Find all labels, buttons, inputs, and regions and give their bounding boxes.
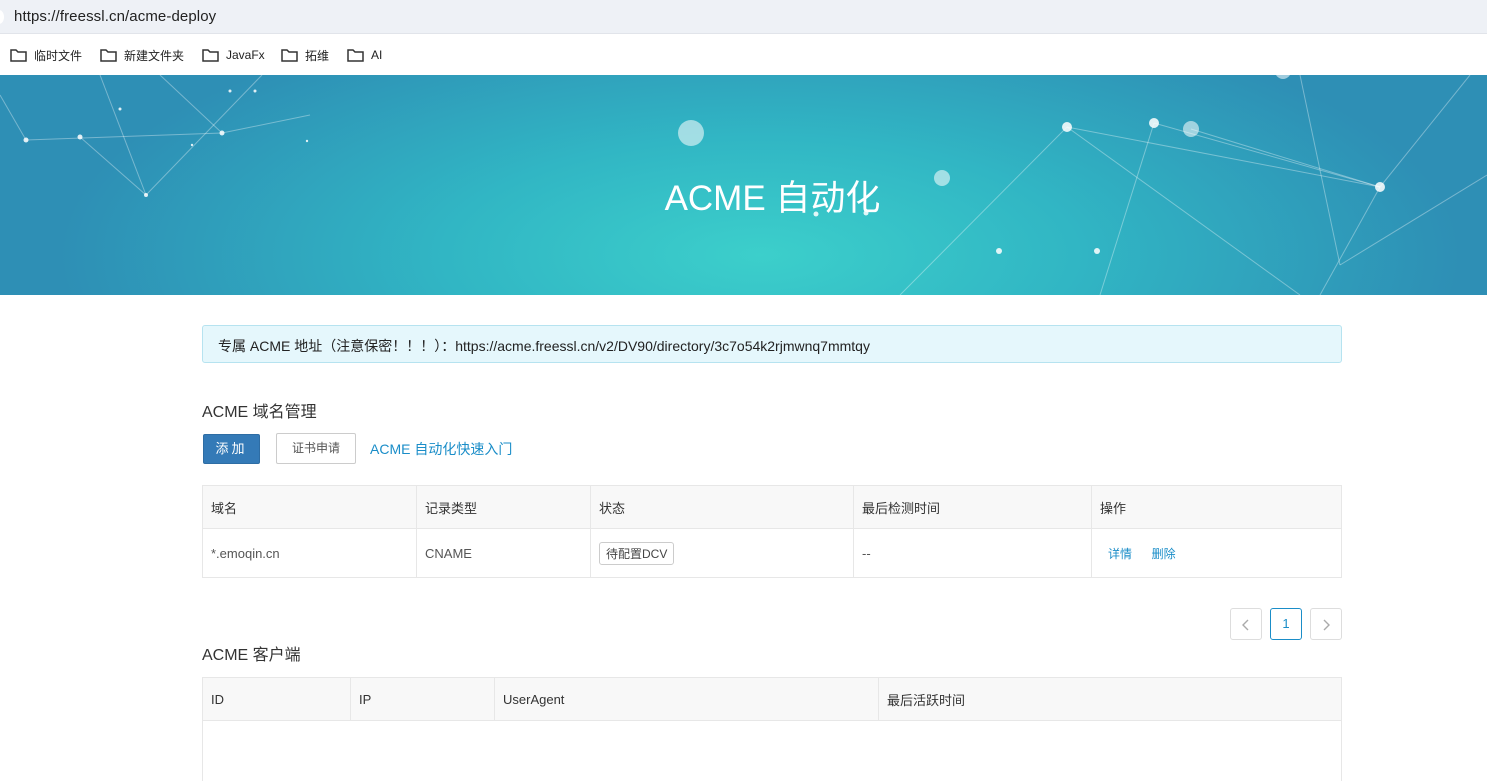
quick-start-link[interactable]: ACME 自动化快速入门	[370, 439, 512, 459]
delete-link[interactable]: 删除	[1152, 547, 1176, 561]
cell-last-check: --	[853, 528, 1092, 578]
column-header-id: ID	[202, 677, 351, 721]
column-header-useragent: UserAgent	[494, 677, 879, 721]
table-header-row: ID IP UserAgent 最后活跃时间	[202, 677, 1342, 721]
bookmark-javafx[interactable]: JavaFx	[202, 46, 265, 64]
page-title: ACME 自动化	[664, 179, 881, 218]
apply-certificate-button[interactable]: 证书申请	[276, 433, 356, 464]
address-bar[interactable]: https://freessl.cn/acme-deploy	[0, 0, 1487, 34]
column-header-actions: 操作	[1091, 485, 1342, 529]
folder-icon	[202, 49, 219, 62]
domain-section-title: ACME 域名管理	[202, 404, 317, 421]
column-header-ip: IP	[350, 677, 495, 721]
chevron-right-icon	[1323, 619, 1330, 631]
next-page-button[interactable]	[1310, 608, 1342, 640]
folder-icon	[281, 49, 298, 62]
add-domain-button[interactable]: 添加	[203, 434, 260, 464]
bookmark-label: JavaFx	[226, 48, 265, 62]
bookmark-new-folder[interactable]: 新建文件夹	[100, 46, 184, 64]
cell-record-type: CNAME	[416, 528, 591, 578]
client-table: ID IP UserAgent 最后活跃时间	[202, 677, 1342, 781]
cell-actions: 详情 删除	[1091, 528, 1342, 578]
client-section-title: ACME 客户端	[202, 647, 301, 664]
prev-page-button[interactable]	[1230, 608, 1262, 640]
cell-status: 待配置DCV	[590, 528, 854, 578]
folder-icon	[100, 49, 117, 62]
domain-table: 域名 记录类型 状态 最后检测时间 操作 *.emoqin.cn CNAME 待…	[202, 485, 1342, 578]
bookmark-tuowei[interactable]: 拓维	[281, 46, 329, 64]
page-button-1[interactable]: 1	[1270, 608, 1302, 640]
column-header-status: 状态	[590, 485, 854, 529]
detail-link[interactable]: 详情	[1108, 547, 1132, 561]
chevron-left-icon	[1242, 619, 1249, 631]
acme-address-alert: 专属 ACME 地址（注意保密！！！）：https://acme.freessl…	[202, 325, 1342, 363]
empty-cell	[202, 720, 1342, 781]
bookmarks-bar: 临时文件 新建文件夹 JavaFx 拓维 AI	[0, 34, 1487, 75]
bookmark-ai[interactable]: AI	[347, 46, 382, 64]
bookmark-label: 新建文件夹	[124, 48, 185, 63]
bookmark-label: 临时文件	[34, 48, 83, 63]
bookmark-label: AI	[371, 48, 383, 62]
bookmark-label: 拓维	[305, 48, 330, 63]
site-info-icon[interactable]	[0, 10, 4, 24]
folder-icon	[347, 49, 364, 62]
table-header-row: 域名 记录类型 状态 最后检测时间 操作	[202, 485, 1342, 529]
bookmark-temp-files[interactable]: 临时文件	[10, 46, 82, 64]
column-header-record-type: 记录类型	[416, 485, 591, 529]
column-header-domain: 域名	[202, 485, 417, 529]
url-text[interactable]: https://freessl.cn/acme-deploy	[14, 8, 216, 25]
folder-icon	[10, 49, 27, 62]
cell-domain: *.emoqin.cn	[202, 528, 417, 578]
column-header-last-active: 最后活跃时间	[878, 677, 1342, 721]
hero-banner: ACME 自动化	[0, 75, 1487, 295]
empty-row	[202, 720, 1342, 781]
table-row: *.emoqin.cn CNAME 待配置DCV -- 详情 删除	[202, 528, 1342, 578]
status-badge: 待配置DCV	[599, 541, 675, 565]
column-header-last-check: 最后检测时间	[853, 485, 1092, 529]
